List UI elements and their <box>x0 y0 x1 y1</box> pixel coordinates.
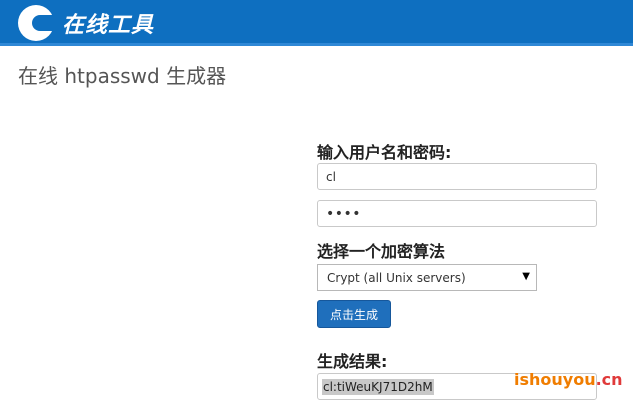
watermark-suffix: .cn <box>595 370 623 389</box>
dropdown-arrow-icon: ▼ <box>522 271 530 282</box>
algorithm-label: 选择一个加密算法 <box>317 242 446 261</box>
credentials-label: 输入用户名和密码: <box>317 143 452 162</box>
username-value: cl <box>326 169 336 184</box>
site-logo[interactable]: 在线工具 <box>18 5 154 41</box>
password-value: •••• <box>326 205 362 222</box>
algorithm-selected-value: Crypt (all Unix servers) <box>327 270 466 285</box>
result-label: 生成结果: <box>317 352 388 371</box>
algorithm-select[interactable]: Crypt (all Unix servers) ▼ <box>317 264 537 291</box>
password-input[interactable]: •••• <box>317 200 597 227</box>
top-header-bar: 在线工具 <box>0 0 633 46</box>
logo-c-icon <box>18 5 54 41</box>
username-input[interactable]: cl <box>317 163 597 190</box>
watermark-domain: ishouyou <box>514 370 596 389</box>
logo-text: 在线工具 <box>62 12 155 38</box>
result-value: cl:tiWeuKJ71D2hM <box>322 378 434 395</box>
page-title: 在线 htpasswd 生成器 <box>18 64 227 88</box>
generate-button[interactable]: 点击生成 <box>317 300 391 328</box>
site-watermark: ishouyou.cn <box>514 370 623 389</box>
